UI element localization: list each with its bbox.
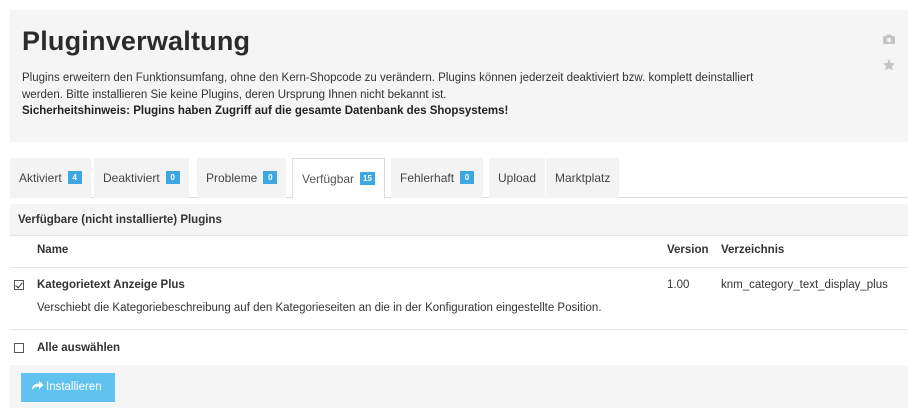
tab-verfuegbar[interactable]: Verfügbar 15 bbox=[292, 158, 385, 199]
page-title: Pluginverwaltung bbox=[22, 26, 251, 56]
select-all-label[interactable]: Alle auswählen bbox=[37, 342, 120, 354]
plugin-directory: knm_category_text_display_plus bbox=[721, 279, 888, 291]
tab-count-badge: 4 bbox=[67, 171, 82, 185]
tab-label: Aktiviert bbox=[19, 171, 62, 185]
row-checkbox[interactable] bbox=[14, 280, 24, 290]
plugin-name: Kategorietext Anzeige Plus bbox=[37, 279, 185, 291]
tab-label: Probleme bbox=[206, 171, 258, 185]
divider bbox=[10, 329, 908, 330]
tab-count-badge: 0 bbox=[460, 171, 475, 185]
tab-upload[interactable]: Upload bbox=[489, 158, 546, 198]
share-arrow-icon bbox=[32, 381, 44, 391]
install-button[interactable]: Installieren bbox=[21, 373, 115, 402]
page-description: Plugins erweitern den Funktionsumfang, o… bbox=[22, 70, 842, 104]
description-line-1: Plugins erweitern den Funktionsumfang, o… bbox=[22, 72, 754, 84]
tab-count-badge: 0 bbox=[165, 171, 180, 185]
column-header-version: Version bbox=[667, 244, 709, 256]
tab-aktiviert[interactable]: Aktiviert 4 bbox=[10, 158, 91, 198]
tab-count-badge: 15 bbox=[360, 172, 375, 186]
camera-icon[interactable] bbox=[882, 32, 896, 46]
column-header-name: Name bbox=[37, 244, 69, 256]
tab-label: Upload bbox=[498, 171, 537, 185]
star-icon[interactable] bbox=[882, 58, 896, 72]
page-header: Pluginverwaltung Plugins erweitern den F… bbox=[10, 10, 908, 142]
security-note: Sicherheitshinweis: Plugins haben Zugrif… bbox=[22, 105, 509, 117]
tab-marktplatz[interactable]: Marktplatz bbox=[546, 158, 620, 198]
tab-fehlerhaft[interactable]: Fehlerhaft 0 bbox=[391, 158, 484, 198]
select-all-checkbox[interactable] bbox=[14, 343, 24, 353]
plugin-tabs: Aktiviert 4 Deaktiviert 0 Probleme 0 Verfüg… bbox=[10, 158, 908, 199]
column-header-directory: Verzeichnis bbox=[721, 244, 785, 256]
install-button-label: Installieren bbox=[46, 381, 102, 393]
tab-count-badge: 0 bbox=[263, 171, 278, 185]
tab-deaktiviert[interactable]: Deaktiviert 0 bbox=[94, 158, 189, 198]
plugin-version: 1.00 bbox=[667, 279, 690, 291]
plugin-description: Verschiebt die Kategoriebeschreibung auf… bbox=[37, 302, 602, 314]
panel-footer: Installieren bbox=[10, 365, 908, 408]
divider bbox=[10, 267, 908, 268]
description-line-2: werden. Bitte installieren Sie keine Plu… bbox=[22, 89, 447, 101]
tab-label: Marktplatz bbox=[555, 171, 611, 185]
tab-probleme[interactable]: Probleme 0 bbox=[197, 158, 287, 198]
tab-label: Fehlerhaft bbox=[400, 171, 455, 185]
tab-label: Verfügbar bbox=[302, 172, 355, 186]
panel-heading: Verfügbare (nicht installierte) Plugins bbox=[10, 204, 908, 236]
plugin-panel: Verfügbare (nicht installierte) Plugins … bbox=[10, 204, 908, 408]
tab-label: Deaktiviert bbox=[103, 171, 160, 185]
